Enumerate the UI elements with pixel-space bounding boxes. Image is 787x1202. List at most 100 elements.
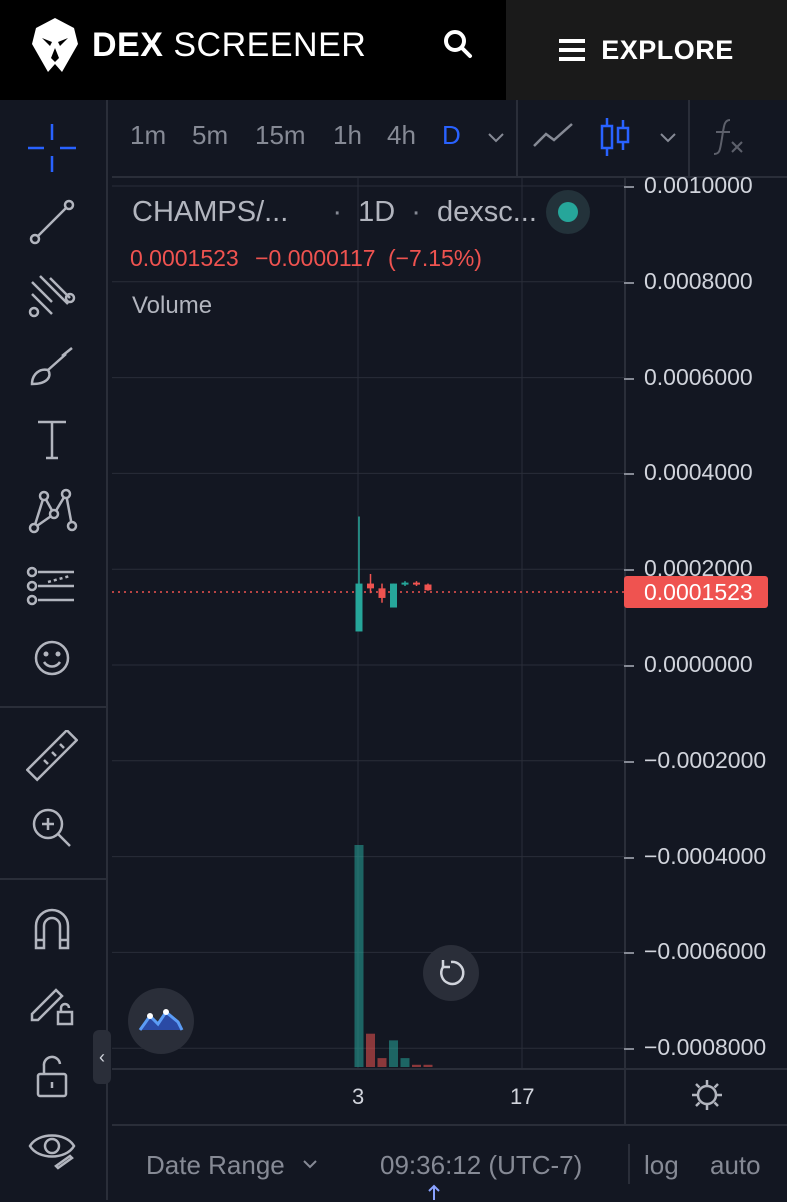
legend-separator: · [332,196,343,228]
market-status[interactable] [546,190,590,234]
legend-title: CHAMPS/... · 1D · dexsc... [132,196,537,229]
chevron-down-icon[interactable] [486,130,506,144]
fib-retracement-icon[interactable] [26,268,78,320]
pair-name: CHAMPS/... [132,196,289,228]
divider [628,1144,630,1184]
legend-values: 0.0001523 −0.0000117 (−7.15%) [130,245,482,272]
candle-body [424,584,432,591]
timeframe-1m[interactable]: 1m [130,120,166,151]
unlock-icon[interactable] [26,1050,78,1102]
price-tick [624,186,634,188]
lock-drawing-pencil-icon[interactable] [26,976,78,1028]
clock-time[interactable]: 09:36:12 (UTC-7) [380,1150,582,1181]
volume-bar [423,1064,433,1067]
volume-bar [412,1064,421,1067]
price-tick [624,281,634,284]
legend-source: dexsc... [436,196,537,228]
eye-icon[interactable] [26,1122,78,1174]
log-toggle[interactable]: log [644,1150,679,1181]
price-tick [624,569,634,572]
volume-bar [366,1033,375,1067]
ruler-icon[interactable] [26,730,78,782]
legend-change-pct: (−7.15%) [387,245,482,271]
price-tick [624,856,634,859]
price-tick [624,760,634,763]
legend-separator: · [411,196,421,228]
eagle-logo-icon [32,18,78,72]
price-label: −0.0008000 [644,1034,767,1061]
brand[interactable]: DEX SCREENER [28,14,366,76]
collapse-toolbar-button[interactable]: ‹ [93,1030,111,1084]
divider [516,100,518,176]
arrow-up-icon [428,1184,440,1200]
hamburger-icon [559,39,586,61]
candle-body [390,583,397,608]
drawing-toolbar [0,100,108,1200]
price-tick [624,665,634,667]
top-header: DEX SCREENER EXPLORE [0,0,787,100]
trend-line-icon[interactable] [26,196,78,248]
volume-bar [354,845,364,1067]
zoom-in-icon[interactable] [26,802,78,854]
price-scale-divider [624,178,626,1124]
emoji-icon[interactable] [26,632,78,684]
crosshair-icon[interactable] [26,122,78,174]
chevron-down-icon[interactable] [302,1158,318,1170]
explore-button[interactable]: EXPLORE [506,0,787,100]
text-tool-icon[interactable] [26,414,78,466]
timeframe-1h[interactable]: 1h [333,120,362,151]
price-tick [624,377,634,380]
toolbar-divider [0,878,106,880]
candle-body [367,583,374,589]
brush-icon[interactable] [26,340,78,392]
price-label: 0.0000000 [644,651,753,677]
price-tick [624,1048,634,1051]
auto-toggle[interactable]: auto [710,1150,761,1181]
refresh-icon [440,960,465,986]
toolbar-divider [0,706,106,708]
pattern-icon[interactable] [26,486,78,538]
timeframe-5m[interactable]: 5m [192,120,228,151]
tradingview-logo-button[interactable] [128,988,194,1054]
settings-gear-icon[interactable] [690,1078,724,1112]
search-icon[interactable] [440,26,476,62]
candles-icon[interactable] [598,116,632,160]
price-tick [624,952,634,955]
timeframe-4h[interactable]: 4h [387,120,416,151]
prediction-icon[interactable] [26,560,78,612]
volume-bar [400,1058,410,1067]
price-label: 0.0006000 [644,363,753,390]
chevron-down-icon[interactable] [658,130,678,144]
time-label-17: 17 [510,1084,535,1109]
indicators-icon[interactable] [710,116,746,158]
timeframe-d[interactable]: D [442,120,461,151]
divider [688,100,690,176]
price-label: −0.0002000 [644,746,767,773]
current-price-tag: 0.0001523 [624,576,768,608]
legend-interval: 1D [358,196,396,228]
candle-body [401,582,409,585]
cloud-logo-icon [138,1009,184,1031]
price-label: 0.0010000 [644,172,753,198]
price-label: −0.0006000 [644,938,767,965]
legend-volume: Volume [132,292,213,319]
brand-bold: DEX [92,25,164,64]
volume-bar [377,1058,387,1067]
magnet-icon[interactable] [26,904,78,956]
candle-body [378,588,386,598]
price-tick [624,473,634,476]
status-dot [558,202,578,222]
candle-body [355,583,363,632]
date-range-button[interactable]: Date Range [146,1150,285,1181]
price-label: −0.0004000 [644,842,767,869]
time-axis[interactable] [112,1068,787,1126]
brand-light: SCREENER [173,25,367,64]
reset-chart-button[interactable] [423,945,479,1001]
time-label-3: 3 [352,1084,365,1109]
timeframe-15m[interactable]: 15m [255,120,306,151]
line-chart-icon[interactable] [532,118,576,152]
legend-change: −0.0000117 [255,245,376,271]
candle-body [413,582,420,585]
date-range-label: Date Range [146,1150,285,1180]
price-label: 0.0008000 [644,267,753,294]
